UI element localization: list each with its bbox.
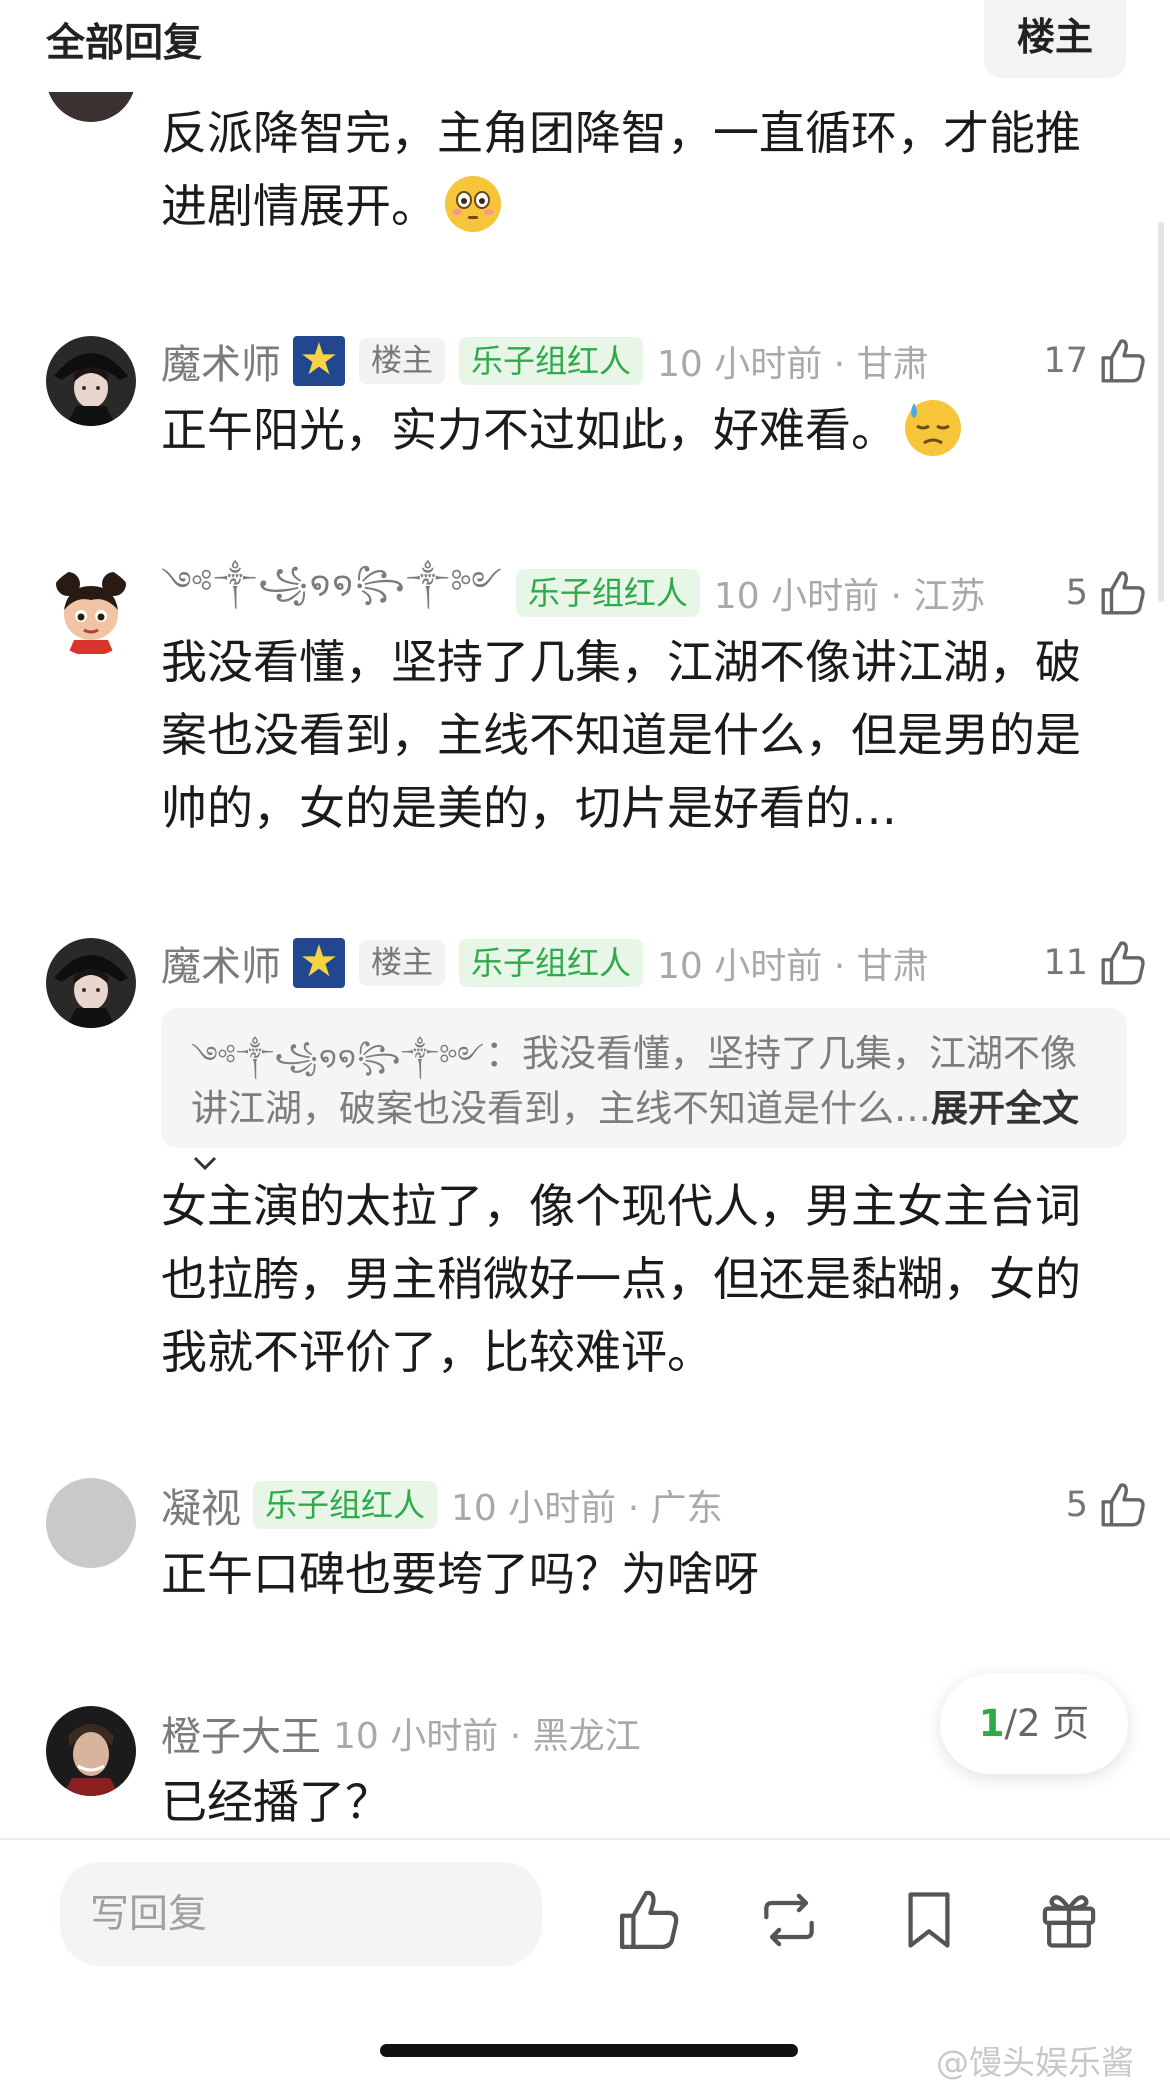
like-button[interactable]: 5	[1066, 565, 1148, 621]
avatar[interactable]	[46, 566, 136, 656]
username[interactable]: 魔术师	[161, 934, 281, 992]
thumbs-up-icon[interactable]	[615, 1886, 683, 1954]
title-tag: 乐子组红人	[459, 337, 644, 385]
flushed-face-emoji	[445, 176, 501, 232]
username[interactable]: 橙子大王	[161, 1704, 321, 1762]
comment-meta: ༺༒꧁໑໑꧂༒༻ 乐子组红人 10 小时前 · 江苏	[161, 564, 986, 621]
reply-input[interactable]	[60, 1862, 542, 1966]
time-location: 10 小时前 · 甘肃	[657, 344, 929, 385]
thumbs-up-icon	[1101, 339, 1145, 383]
comment-meta: 凝视 乐子组红人 10 小时前 · 广东	[161, 1477, 723, 1533]
time-location: 10 小时前 · 江苏	[713, 576, 986, 617]
comment-text: 正午口碑也要垮了吗？为啥呀	[161, 1547, 759, 1601]
comment-text: 女主演的太拉了，像个现代人，男主女主台词也拉胯，男主稍微好一点，但还是黏糊，女的…	[161, 1179, 1081, 1379]
like-count: 5	[1065, 1485, 1088, 1525]
comment-text: 正午阳光，实力不过如此，好难看。	[161, 394, 1101, 467]
username[interactable]: ༺༒꧁໑໑꧂༒༻	[161, 548, 504, 638]
comment-text: 反派降智完，主角团降智，一直循环，才能推进剧情展开。	[161, 106, 1081, 233]
username[interactable]: 魔术师	[161, 332, 281, 390]
comment-meta: 魔术师 ★ 楼主 乐子组红人 10 小时前 · 甘肃	[161, 935, 929, 991]
home-indicator	[380, 2044, 798, 2057]
avatar[interactable]	[46, 336, 136, 426]
avatar[interactable]	[46, 938, 136, 1028]
repost-icon[interactable]	[755, 1886, 823, 1954]
title-tag: 乐子组红人	[515, 569, 700, 617]
owner-only-button[interactable]: 楼主	[984, 0, 1126, 78]
star-badge-icon: ★	[293, 938, 345, 988]
expand-full-text-button[interactable]: 展开全文	[931, 1087, 1079, 1130]
page-total: /2 页	[1004, 1702, 1090, 1745]
owner-tag: 楼主	[359, 940, 445, 986]
star-badge-icon: ★	[293, 336, 345, 386]
comment-meta: 魔术师 ★ 楼主 乐子组红人 10 小时前 · 甘肃	[161, 333, 929, 389]
comment-meta: 橙子大王 10 小时前 · 黑龙江	[161, 1705, 641, 1761]
title-tag: 乐子组红人	[253, 1481, 438, 1529]
like-count: 17	[1043, 341, 1088, 381]
username[interactable]: 凝视	[161, 1476, 241, 1534]
like-count: 11	[1043, 943, 1088, 983]
like-button[interactable]: 5	[1066, 1477, 1148, 1533]
quoted-reply[interactable]: ༺༒꧁໑໑꧂༒༻：我没看懂，坚持了几集，江湖不像讲江湖，破案也没看到，主线不知道…	[161, 1008, 1127, 1170]
time-location: 10 小时前 · 黑龙江	[333, 1716, 641, 1757]
comment-text: 已经播了？	[161, 1775, 391, 1829]
like-button[interactable]: 11	[1043, 935, 1148, 991]
title-tag: 乐子组红人	[459, 939, 644, 987]
time-location: 10 小时前 · 广东	[451, 1488, 723, 1529]
avatar[interactable]	[46, 1478, 136, 1568]
page-indicator[interactable]: 1/2 页	[940, 1674, 1128, 1774]
like-count: 5	[1065, 573, 1088, 613]
like-button[interactable]: 17	[1043, 333, 1148, 389]
thumbs-up-icon	[1101, 1483, 1145, 1527]
bookmark-icon[interactable]	[895, 1886, 963, 1954]
comment-text: 我没看懂，坚持了几集，江湖不像讲江湖，破案也没看到，主线不知道是什么，但是男的是…	[161, 635, 1081, 835]
thumbs-up-icon	[1101, 941, 1145, 985]
page-title: 全部回复	[46, 21, 203, 66]
quote-text: ༺༒꧁໑໑꧂༒༻：我没看懂，坚持了几集，江湖不像讲江湖，破案也没看到，主线不知道…	[191, 1028, 1091, 1187]
avatar[interactable]	[46, 1706, 136, 1796]
gift-icon[interactable]	[1035, 1886, 1103, 1954]
time-location: 10 小时前 · 甘肃	[657, 946, 929, 987]
scrollbar[interactable]	[1158, 222, 1164, 602]
header: 全部回复 楼主	[0, 0, 1170, 92]
downcast-sweat-face-emoji	[905, 400, 961, 456]
thumbs-up-icon	[1101, 571, 1145, 615]
bottom-action-bar: @馒头娱乐酱	[0, 1838, 1170, 2082]
current-page: 1	[978, 1702, 1005, 1745]
owner-tag: 楼主	[359, 338, 445, 384]
